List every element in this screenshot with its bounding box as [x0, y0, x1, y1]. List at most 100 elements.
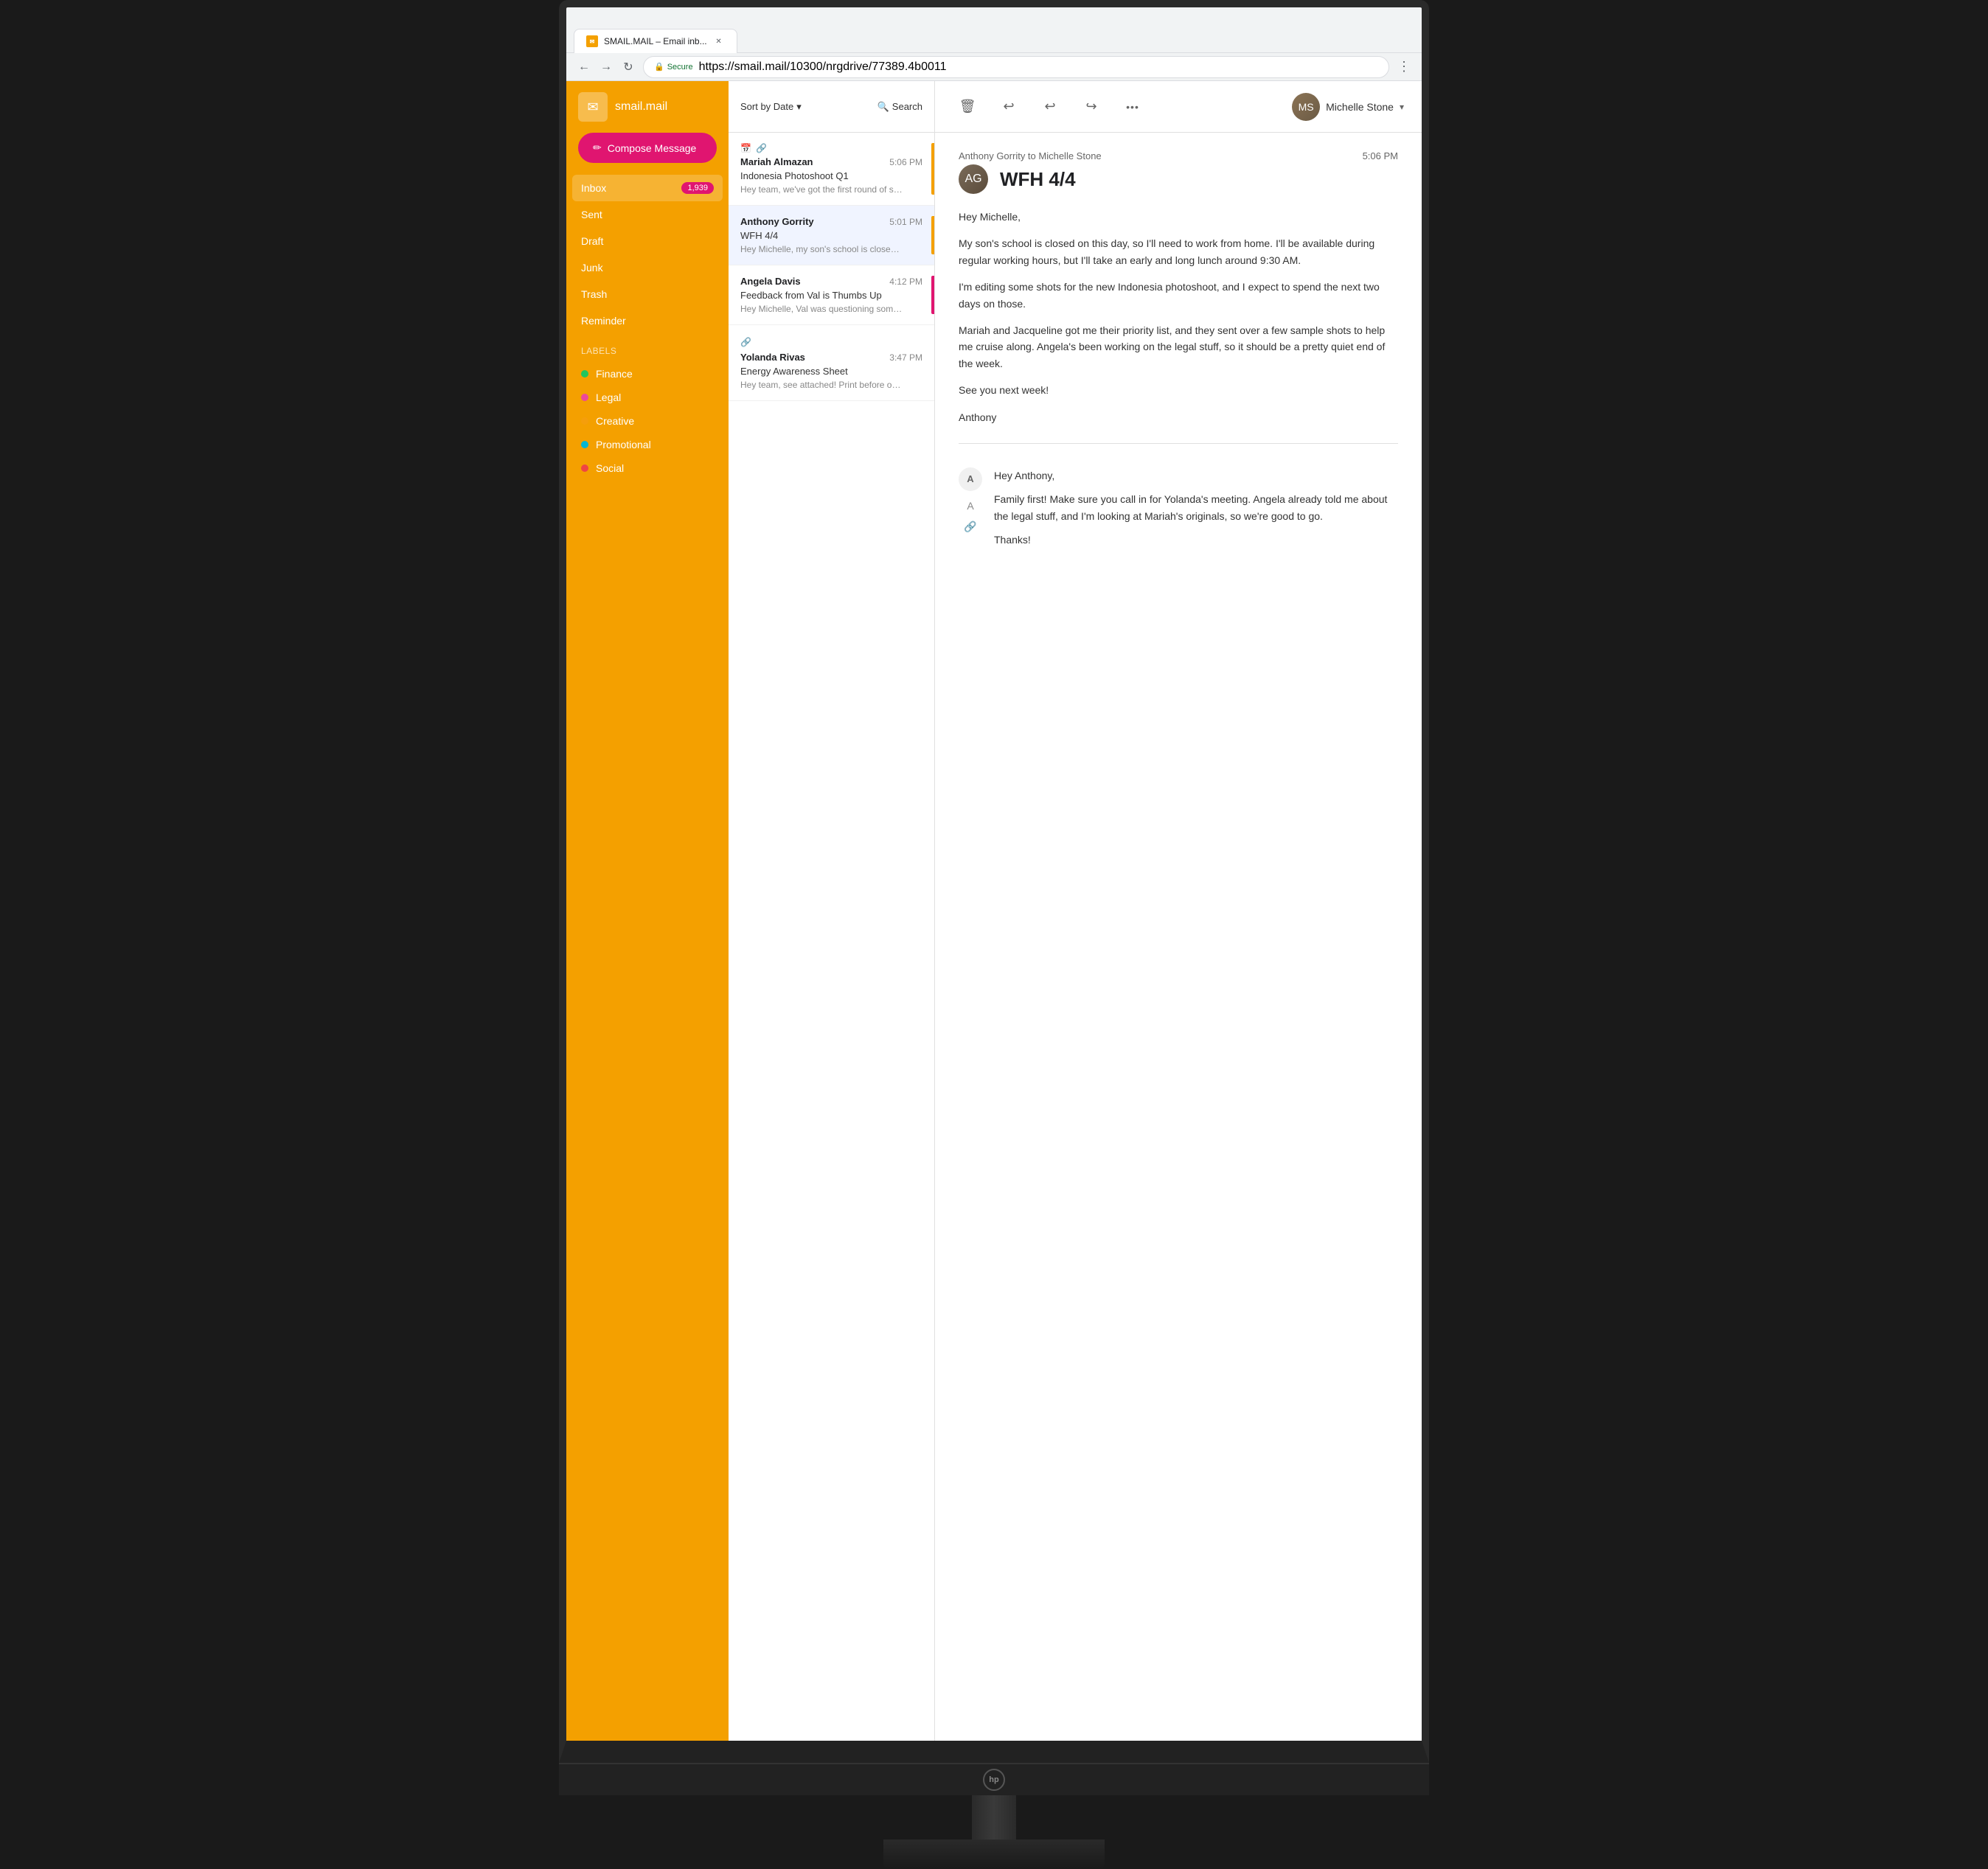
label-promotional[interactable]: Promotional — [581, 433, 714, 456]
reply-p-1: Family first! Make sure you call in for … — [994, 491, 1398, 524]
stand-base — [883, 1840, 1105, 1869]
sent-label: Sent — [581, 209, 602, 220]
email-3-preview: Hey Michelle, Val was questioning some o… — [740, 304, 903, 314]
email-list-header: Sort by Date ▾ 🔍 Search — [729, 81, 934, 133]
user-name: Michelle Stone — [1326, 101, 1394, 113]
sort-by-date-button[interactable]: Sort by Date ▾ — [740, 101, 802, 113]
body-p-4: See you next week! — [959, 382, 1398, 398]
reminder-label: Reminder — [581, 315, 626, 327]
creative-label: Creative — [596, 415, 634, 427]
email-2-priority — [931, 216, 934, 254]
avatar-image: MS — [1292, 93, 1320, 121]
user-avatar: MS — [1292, 93, 1320, 121]
finance-dot — [581, 370, 588, 377]
finance-label: Finance — [596, 368, 633, 380]
logo-area: ✉ smail.mail — [566, 81, 729, 133]
monitor-stand — [559, 1795, 1429, 1869]
sidebar-item-trash[interactable]: Trash — [572, 281, 723, 307]
email-subject-title: WFH 4/4 — [1000, 168, 1076, 191]
more-button[interactable]: ••• — [1118, 92, 1147, 122]
monitor-bottom: hp — [559, 1763, 1429, 1795]
creative-dot — [581, 417, 588, 425]
compose-label: Compose Message — [608, 142, 697, 154]
sidebar: ✉ smail.mail ✏ Compose Message Inbox 1,9… — [566, 81, 729, 1741]
reload-button[interactable]: ↻ — [618, 57, 639, 77]
reply-content: Hey Anthony, Family first! Make sure you… — [994, 467, 1398, 556]
reply-body: Hey Anthony, Family first! Make sure you… — [994, 467, 1398, 549]
search-button[interactable]: 🔍 Search — [877, 101, 922, 113]
secure-badge: 🔒 Secure — [654, 62, 693, 72]
legal-label: Legal — [596, 391, 621, 403]
email-3-priority — [931, 276, 934, 314]
body-p-1: My son's school is closed on this day, s… — [959, 235, 1398, 268]
reply-side-icons: A A 🔗 — [959, 467, 982, 556]
label-creative[interactable]: Creative — [581, 409, 714, 433]
email-2-sender: Anthony Gorrity — [740, 216, 814, 227]
label-finance[interactable]: Finance — [581, 362, 714, 386]
letter-icon: A — [967, 500, 973, 512]
body-p-5: Anthony — [959, 409, 1398, 425]
browser-tab[interactable]: ✉ SMAIL.MAIL – Email inb... ✕ — [574, 29, 737, 53]
compose-button[interactable]: ✏ Compose Message — [578, 133, 717, 163]
browser-menu-button[interactable]: ⋮ — [1394, 57, 1414, 77]
email-4-time: 3:47 PM — [889, 352, 922, 363]
email-1-priority — [931, 143, 934, 195]
delete-button[interactable]: 🗑 — [953, 92, 982, 122]
email-1-sender: Mariah Almazan — [740, 156, 813, 167]
email-1-icons: 📅 🔗 — [740, 143, 922, 153]
email-1-preview: Hey team, we've got the first round of s… — [740, 184, 903, 195]
tab-close-button[interactable]: ✕ — [713, 35, 725, 47]
sort-label: Sort by Date — [740, 101, 793, 112]
email-4-subject: Energy Awareness Sheet — [740, 366, 922, 377]
logo-text: smail.mail — [615, 100, 667, 114]
sidebar-item-reminder[interactable]: Reminder — [572, 307, 723, 334]
back-button[interactable]: ← — [574, 57, 594, 77]
user-chevron-icon: ▾ — [1400, 102, 1404, 112]
reply-sender-avatar: A — [959, 467, 982, 491]
reply-button[interactable]: ↩ — [994, 92, 1023, 122]
promotional-label: Promotional — [596, 439, 651, 450]
forward-button[interactable]: → — [596, 57, 616, 77]
address-bar-row: ← → ↻ 🔒 Secure https://smail.mail/10300/… — [566, 53, 1422, 81]
email-1-time: 5:06 PM — [889, 157, 922, 167]
search-label: Search — [892, 101, 922, 112]
label-social[interactable]: Social — [581, 456, 714, 480]
user-profile[interactable]: MS Michelle Stone ▾ — [1292, 93, 1404, 121]
sidebar-item-sent[interactable]: Sent — [572, 201, 723, 228]
app-container: ✉ smail.mail ✏ Compose Message Inbox 1,9… — [566, 81, 1422, 1741]
tab-title: SMAIL.MAIL – Email inb... — [604, 36, 707, 46]
email-item-1[interactable]: 📅 🔗 Mariah Almazan 5:06 PM Indonesia Pho… — [729, 133, 934, 206]
browser-chrome: ✉ SMAIL.MAIL – Email inb... ✕ — [566, 7, 1422, 53]
email-list: 📅 🔗 Mariah Almazan 5:06 PM Indonesia Pho… — [729, 133, 934, 1741]
email-item-3[interactable]: Angela Davis 4:12 PM Feedback from Val i… — [729, 265, 934, 325]
email-view-header: Anthony Gorrity to Michelle Stone 5:06 P… — [959, 150, 1398, 161]
social-dot — [581, 464, 588, 472]
address-bar[interactable]: 🔒 Secure https://smail.mail/10300/nrgdri… — [643, 56, 1389, 78]
forward-button[interactable]: ↪ — [1077, 92, 1106, 122]
label-legal[interactable]: Legal — [581, 386, 714, 409]
email-from-to: Anthony Gorrity to Michelle Stone — [959, 150, 1102, 161]
body-p-2: I'm editing some shots for the new Indon… — [959, 279, 1398, 312]
search-icon: 🔍 — [877, 101, 889, 113]
junk-label: Junk — [581, 262, 603, 274]
email-list-panel: Sort by Date ▾ 🔍 Search 📅 🔗 — [729, 81, 935, 1741]
body-p-3: Mariah and Jacqueline got me their prior… — [959, 322, 1398, 372]
sidebar-item-junk[interactable]: Junk — [572, 254, 723, 281]
attachment-icon: 🔗 — [964, 521, 976, 533]
email-2-time: 5:01 PM — [889, 217, 922, 227]
email-3-subject: Feedback from Val is Thumbs Up — [740, 290, 922, 301]
stand-neck — [972, 1795, 1016, 1840]
legal-dot — [581, 394, 588, 401]
sidebar-item-draft[interactable]: Draft — [572, 228, 723, 254]
body-p-0: Hey Michelle, — [959, 209, 1398, 225]
email-item-4[interactable]: 🔗 Yolanda Rivas 3:47 PM Energy Awareness… — [729, 325, 934, 401]
hp-logo: hp — [983, 1769, 1005, 1791]
email-4-header: Yolanda Rivas 3:47 PM — [740, 352, 922, 363]
inbox-badge: 1,939 — [681, 182, 714, 194]
email-item-2[interactable]: Anthony Gorrity 5:01 PM WFH 4/4 Hey Mich… — [729, 206, 934, 265]
email-4-preview: Hey team, see attached! Print before our… — [740, 380, 903, 390]
sidebar-item-inbox[interactable]: Inbox 1,939 — [572, 175, 723, 201]
email-body: Hey Michelle, My son's school is closed … — [959, 209, 1398, 425]
reply-all-button[interactable]: ↩ — [1035, 92, 1065, 122]
secure-label: Secure — [667, 63, 693, 72]
